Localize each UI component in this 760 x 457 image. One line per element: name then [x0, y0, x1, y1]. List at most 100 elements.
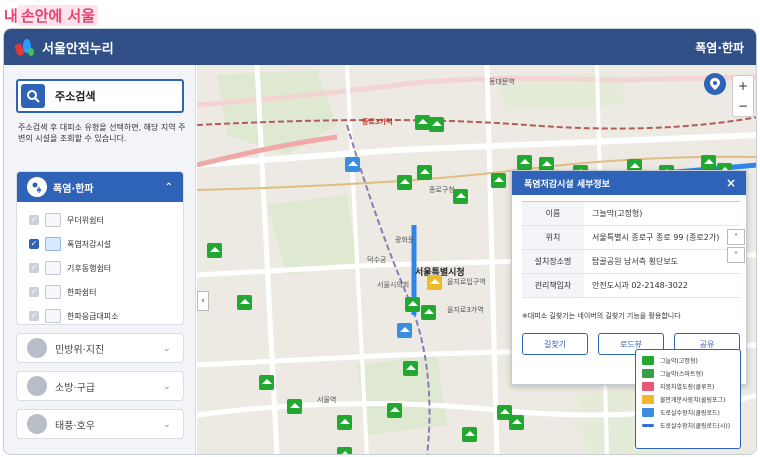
search-label[interactable]: 주소검색: [55, 88, 95, 104]
category-civil-defense[interactable]: 민방위·지진 ⌄: [16, 333, 184, 363]
cooling-fog-icon: [642, 395, 654, 404]
option-label: 한파쉼터: [67, 287, 97, 297]
legend-item: 지붕차열도장(쿨루프): [642, 380, 734, 393]
cold-emergency-icon: [45, 309, 61, 323]
shade-marker[interactable]: [403, 361, 418, 376]
legend-item: 도로살수장치(쿨링로드(시)): [642, 419, 734, 432]
civil-defense-icon: [27, 338, 47, 358]
map-view[interactable]: 동대문역 종로3가역 을지로3가역 정동 종로구청 서울시의회 덕수궁 을지로입…: [197, 65, 756, 454]
cooling-road-line-icon: [642, 424, 654, 427]
row-key: 이름: [522, 201, 584, 226]
option-cooling-shelter[interactable]: ✓ 무더위쉼터: [17, 208, 183, 232]
chevron-down-icon: ⌄: [162, 380, 171, 392]
table-row: 관리책임자 안전도시과 02-2148-3022: [522, 273, 740, 298]
shade-marker[interactable]: [417, 165, 432, 180]
shade-marker[interactable]: [387, 403, 402, 418]
row-value: 탑골공원 남서측 횡단보도: [584, 249, 740, 274]
checkbox-cold-emergency[interactable]: ✓: [29, 311, 39, 321]
option-cold-shelter[interactable]: ✓ 한파쉼터: [17, 280, 183, 304]
chevron-up-icon: ⌃: [164, 181, 173, 193]
chevron-left-icon[interactable]: ‹: [197, 291, 209, 311]
legend-item: 도로살수장치(쿨링로드): [642, 406, 734, 419]
shade-marker[interactable]: [237, 295, 252, 310]
table-row: 위치 서울특별시 종로구 종로 99 (종로2가): [522, 225, 740, 250]
legend-item: 그늘막(고정형): [642, 354, 734, 367]
row-key: 위치: [522, 225, 584, 250]
row-value: 서울특별시 종로구 종로 99 (종로2가): [584, 225, 740, 250]
address-search-box[interactable]: 주소검색: [16, 79, 184, 113]
checkbox-cold-shelter[interactable]: ✓: [29, 287, 39, 297]
map-legend: 그늘막(고정형) 그늘막(스마트형) 지붕차열도장(쿨루프) 물안개분사장치(쿨…: [635, 349, 741, 449]
shade-marker[interactable]: [405, 297, 420, 312]
row-key: 설치장소명: [522, 249, 584, 274]
row-value: 안전도시과 02-2148-3022: [584, 273, 740, 298]
legend-label: 도로살수장치(쿨링로드(시)): [660, 423, 731, 430]
checkbox-heat-reduction[interactable]: ✓: [29, 239, 39, 249]
category-label: 민방위·지진: [55, 344, 105, 356]
zoom-in-button[interactable]: +: [733, 76, 753, 96]
cold-shelter-icon: [45, 285, 61, 299]
seoul-logo-icon: [14, 36, 36, 58]
shade-marker[interactable]: [491, 173, 506, 188]
option-cold-emergency[interactable]: ✓ 한파응급대피소: [17, 304, 183, 328]
close-icon[interactable]: ×: [726, 176, 736, 190]
legend-label: 물안개분사장치(쿨링포그): [660, 397, 726, 404]
shade-marker[interactable]: [259, 375, 274, 390]
popup-pager: ˄ ˅: [727, 229, 745, 265]
brand[interactable]: 서울안전누리: [14, 36, 114, 58]
category-fire-rescue[interactable]: 소방·구급 ⌄: [16, 371, 184, 401]
cooling-fog-marker[interactable]: [427, 275, 442, 290]
caption: 내 손안에 서울: [4, 3, 99, 27]
directions-note: ※대피소 길찾기는 네이버의 길찾기 기능을 활용합니다: [522, 312, 681, 320]
heat-cold-icon: [27, 177, 47, 197]
location-pin-icon[interactable]: [704, 73, 726, 95]
cooling-road-marker[interactable]: [345, 157, 360, 172]
app-window: 서울안전누리 폭염·한파 주소검색 주소검색 후 대피소 유형을 선택하면, 해…: [3, 28, 757, 455]
popup-header: 폭염저감시설 세부정보 ×: [512, 171, 746, 195]
heat-reduction-icon: [45, 237, 61, 251]
cooling-road-icon: [642, 408, 654, 417]
cooling-road-marker[interactable]: [397, 323, 412, 338]
checkbox-cooling-shelter[interactable]: ✓: [29, 215, 39, 225]
search-icon[interactable]: [21, 84, 45, 108]
category-heat-cold-label: 폭염·한파: [53, 183, 94, 195]
shade-marker[interactable]: [337, 447, 352, 454]
shade-marker[interactable]: [337, 415, 352, 430]
option-label: 무더위쉼터: [67, 215, 104, 225]
facility-info-table: 이름 그늘막(고정형) 위치 서울특별시 종로구 종로 99 (종로2가) 설치…: [522, 201, 740, 298]
option-label: 한파응급대피소: [67, 311, 119, 321]
map-label: 덕수궁: [367, 256, 387, 264]
fire-rescue-icon: [27, 376, 47, 396]
legend-label: 그늘막(스마트형): [660, 371, 704, 378]
option-climate-shelter[interactable]: ✓ 기후동행쉼터: [17, 256, 183, 280]
caption-highlight: 손안에 서울: [17, 4, 99, 26]
shade-marker[interactable]: [421, 305, 436, 320]
legend-label: 도로살수장치(쿨링로드): [660, 410, 720, 417]
map-label: 서울역: [317, 396, 337, 404]
checkbox-climate-shelter[interactable]: ✓: [29, 263, 39, 273]
category-label: 소방·구급: [55, 382, 95, 394]
shade-marker[interactable]: [462, 427, 477, 442]
shade-marker[interactable]: [287, 399, 302, 414]
option-label: 폭염저감시설: [67, 239, 112, 249]
map-label: 종로구청: [429, 186, 455, 194]
shade-marker[interactable]: [517, 155, 532, 170]
category-typhoon-flood[interactable]: 태풍·호우 ⌄: [16, 409, 184, 439]
row-value: 그늘막(고정형): [584, 201, 740, 226]
shade-marker[interactable]: [397, 175, 412, 190]
chevron-up-icon[interactable]: ˄: [727, 229, 745, 245]
shade-marker[interactable]: [453, 189, 468, 204]
zoom-out-button[interactable]: −: [733, 96, 753, 116]
table-row: 이름 그늘막(고정형): [522, 201, 740, 226]
category-heat-cold-header[interactable]: 폭염·한파 ⌃: [17, 172, 183, 202]
directions-button[interactable]: 길찾기: [522, 333, 588, 355]
map-label: 종로3가역: [362, 118, 393, 126]
caption-prefix: 내: [4, 6, 18, 25]
option-heat-reduction[interactable]: ✓ 폭염저감시설: [17, 232, 183, 256]
chevron-down-icon[interactable]: ˅: [727, 247, 745, 263]
shade-marker[interactable]: [701, 155, 716, 170]
shade-marker[interactable]: [415, 115, 430, 130]
shade-marker[interactable]: [429, 117, 444, 132]
shade-marker[interactable]: [207, 243, 222, 258]
shade-marker[interactable]: [509, 415, 524, 430]
